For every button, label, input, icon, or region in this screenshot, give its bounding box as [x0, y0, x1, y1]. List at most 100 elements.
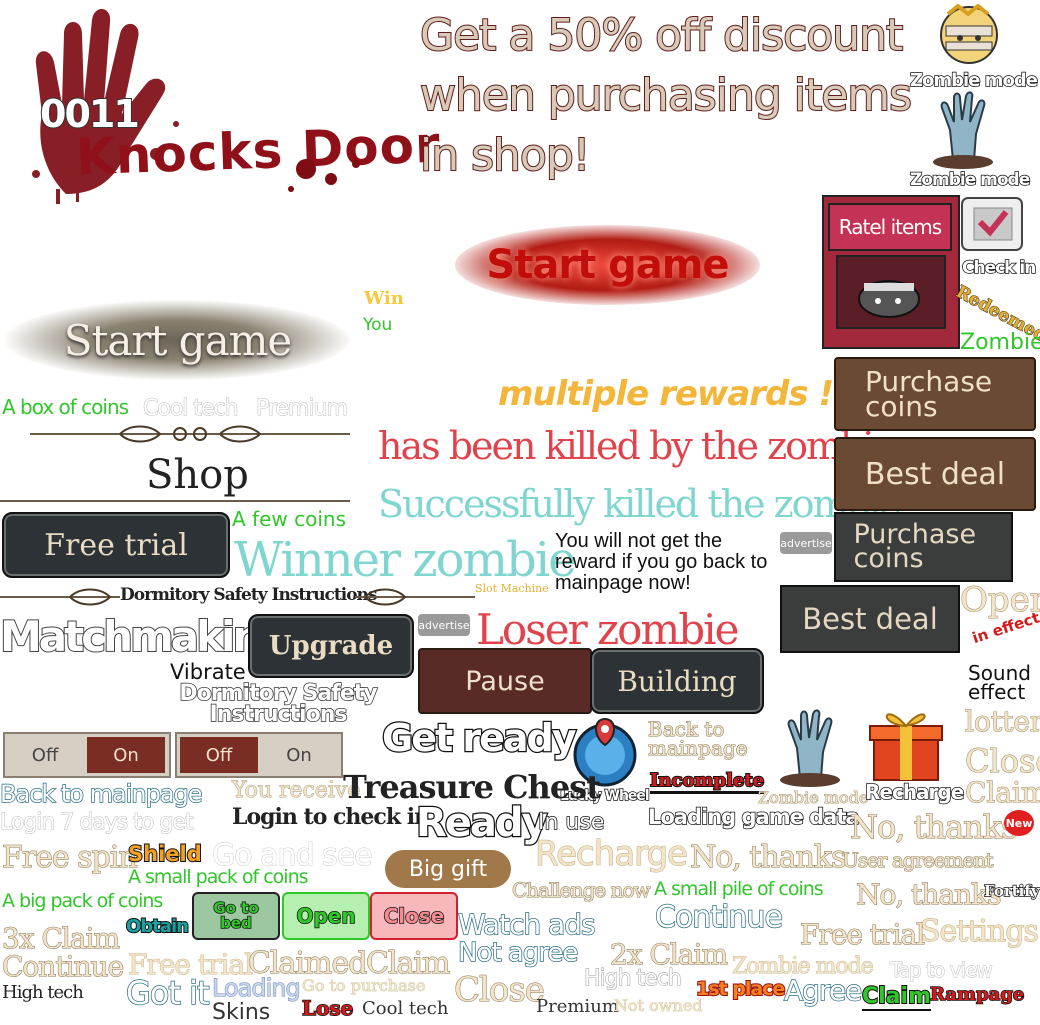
- high-tech-label-2: High tech: [2, 982, 84, 1003]
- lottery-label: lottery: [964, 705, 1040, 739]
- premium-label: Premium: [256, 396, 349, 422]
- killed-the-zombie-label: Successfully killed the zombie: [378, 482, 902, 526]
- fortify-label: Fortify: [983, 881, 1040, 901]
- cool-tech-label-2: Cool tech: [362, 998, 449, 1019]
- loading-data-label: Loading game data: [647, 804, 860, 830]
- recharge-big-label: Recharge: [535, 834, 689, 875]
- high-tech-label-1: High tech: [584, 966, 683, 992]
- got-it-label: Got it: [125, 973, 210, 1013]
- a-few-coins-label: A few coins: [232, 507, 346, 531]
- go-to-bed-button[interactable]: Go to bed: [192, 892, 280, 940]
- purchase-coins-button-2[interactable]: Purchase coins: [834, 512, 1013, 582]
- no-thanks-label-1: No, thanks: [850, 808, 1019, 847]
- no-thanks-label-2: No, thanks: [690, 840, 848, 876]
- promo-line2: when purchasing items: [419, 70, 913, 121]
- claim-serif-label: Claim: [965, 776, 1040, 810]
- start-game-button-grey[interactable]: Start game: [5, 300, 350, 380]
- challenge-now-label: Challenge now: [512, 878, 652, 903]
- winner-zombie-label: Winner zombie: [234, 532, 576, 588]
- ornament-divider-icon: [30, 425, 350, 443]
- ornament-right-icon: [355, 588, 475, 606]
- ratel-items-booth[interactable]: Ratel items: [822, 195, 960, 349]
- big-gift-button[interactable]: Big gift: [385, 850, 511, 888]
- blood-splatter-icon: [288, 159, 360, 192]
- pause-button[interactable]: Pause: [418, 648, 592, 714]
- free-trial-label-2: Free trial: [799, 918, 925, 952]
- zombie-mode-label-1: Zombie mode: [909, 69, 1038, 92]
- open-button[interactable]: Open: [282, 892, 370, 940]
- first-place-label: 1st place: [695, 977, 786, 1001]
- multiple-rewards-label: multiple rewards !: [498, 374, 834, 414]
- killed-by-zombie-label: has been killed by the zombie: [378, 424, 895, 468]
- gift-box-icon[interactable]: [866, 702, 946, 784]
- ratel-icon: [858, 280, 920, 318]
- zombie-mode-label-2: Zombie mode: [909, 169, 1031, 191]
- no-thanks-label-3: No, thanks: [856, 878, 1003, 912]
- incomplete-label: Incomplete: [649, 769, 765, 794]
- not-agree-label: Not agree: [457, 937, 579, 969]
- dormitory-title: Dormitory Safety Instructions: [120, 585, 377, 605]
- promo-line3: in shop!: [419, 130, 591, 181]
- small-pack-label: A small pack of coins: [128, 866, 309, 888]
- shield-label: Shield: [127, 841, 203, 867]
- tap-to-view-label: Tap to view: [890, 958, 994, 983]
- building-button[interactable]: Building: [590, 648, 764, 714]
- best-deal-button-1[interactable]: Best deal: [834, 437, 1036, 511]
- you-label: You: [363, 315, 393, 335]
- obtain-label: Obtain: [125, 915, 190, 938]
- zombie-hand-icon[interactable]: [928, 90, 998, 170]
- toggle-switch-2[interactable]: Off On: [175, 732, 343, 778]
- get-ready-label: Get ready: [381, 715, 578, 762]
- close-serif-label: Close: [964, 742, 1040, 781]
- upgrade-button[interactable]: Upgrade: [248, 614, 414, 678]
- continue-label-1: Continue: [654, 899, 783, 936]
- small-pile-label: A small pile of coins: [654, 878, 824, 900]
- purchase-coins-button-1[interactable]: Purchase coins: [834, 357, 1036, 431]
- box-of-coins-label: A box of coins: [2, 395, 129, 419]
- agree-label: Agree: [783, 973, 863, 1008]
- close-button[interactable]: Close: [370, 892, 458, 940]
- game-logo: 0011 Knocks Door: [6, 4, 442, 204]
- free-trial-button[interactable]: Free trial: [2, 512, 230, 578]
- matchmaking-label: Matchmaking: [0, 611, 290, 662]
- premium-label-2: Premium: [536, 996, 619, 1017]
- advertise-badge-1: advertise: [780, 532, 832, 554]
- best-deal-button-2[interactable]: Best deal: [780, 585, 960, 653]
- in-use-label: In use: [537, 809, 605, 836]
- sound-effect-label: Sound effect: [968, 661, 1031, 704]
- dormitory-outline-label: Dormitory Safety Instructions: [179, 681, 379, 727]
- back-to-mainpage-small: Back to mainpage: [648, 717, 749, 760]
- check-in-label: Check in: [961, 257, 1037, 279]
- toggle-switch-1[interactable]: Off On: [3, 732, 171, 778]
- zombie-label: Zombie: [960, 330, 1040, 355]
- start-game-button-red[interactable]: Start game: [455, 225, 760, 305]
- go-to-purchase-label: Go to purchase: [302, 976, 426, 996]
- advertise-badge-2: advertise: [418, 614, 470, 636]
- you-receive-label: You receive: [232, 778, 361, 804]
- zombie-face-icon[interactable]: [938, 3, 1000, 66]
- user-agreement-label: User agreement: [842, 848, 995, 873]
- new-badge: New: [1004, 810, 1034, 836]
- claim-green-label: Claim: [861, 983, 932, 1011]
- loser-zombie-label: Loser zombie: [476, 605, 739, 654]
- ornament-left-icon: [0, 588, 120, 606]
- recharge-label: Recharge: [864, 779, 965, 805]
- back-warning-text: You will not get the reward if you go ba…: [555, 530, 768, 594]
- big-pack-label: A big pack of coins: [2, 890, 163, 912]
- promo-line1: Get a 50% off discount: [419, 10, 904, 61]
- ratel-items-label: Ratel items: [838, 215, 942, 239]
- lose-label: Lose: [301, 995, 354, 1021]
- win-label: Win: [364, 288, 404, 309]
- login-check-label: Login to check in: [232, 804, 430, 830]
- close-label-2: Close: [454, 970, 546, 1011]
- shop-title: Shop: [146, 452, 249, 498]
- zombie-hand-icon-2: [770, 708, 850, 788]
- watch-ads-label: Watch ads: [457, 907, 596, 942]
- continue-label-2: Continue: [1, 950, 124, 984]
- cool-tech-label: Cool tech: [143, 396, 240, 422]
- skins-label: Skins: [212, 1000, 271, 1025]
- calendar-check-icon[interactable]: [960, 192, 1026, 252]
- rampage-label: Rampage: [929, 983, 1025, 1006]
- ready-label: Ready: [415, 799, 549, 848]
- loading-label: Loading: [212, 974, 302, 1003]
